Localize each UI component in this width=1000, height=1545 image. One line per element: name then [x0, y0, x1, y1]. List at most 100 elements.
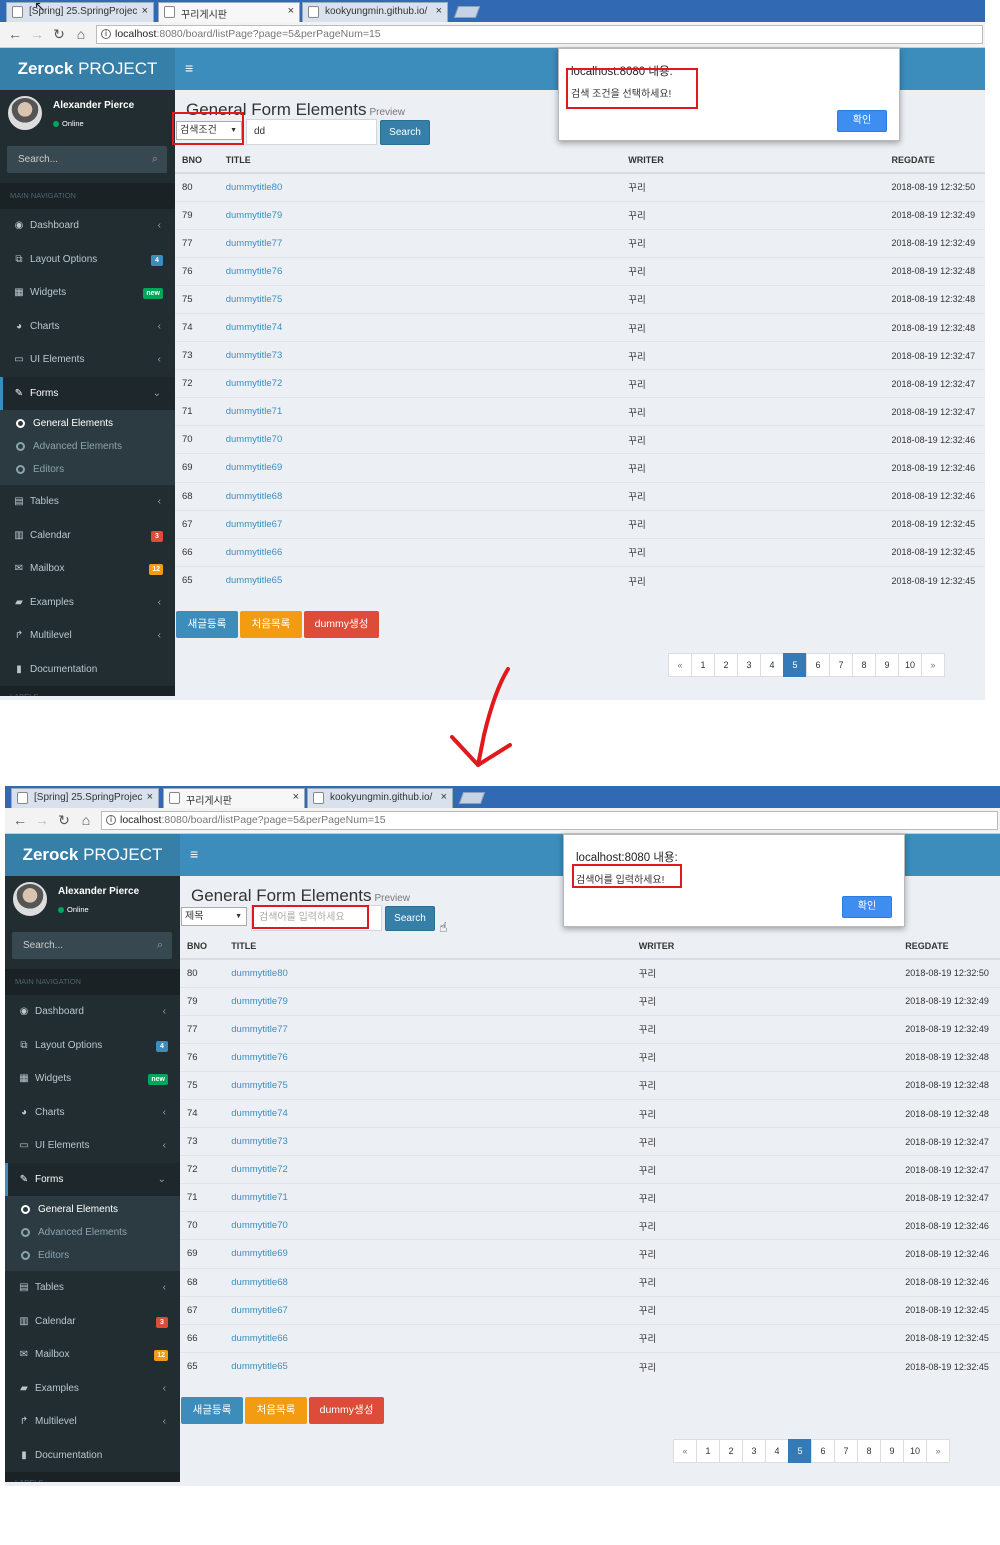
page-button[interactable]: 6: [811, 1439, 835, 1463]
submenu-item[interactable]: General Elements: [0, 412, 175, 435]
home-icon[interactable]: ⌂: [72, 25, 90, 43]
back-arrow-icon[interactable]: ←: [6, 25, 24, 43]
sidebar-search-input[interactable]: Search... ⌕: [7, 146, 167, 173]
title-link[interactable]: dummytitle69: [224, 1239, 632, 1269]
search-button[interactable]: Search: [385, 906, 435, 931]
title-link[interactable]: dummytitle65: [218, 565, 622, 595]
title-link[interactable]: dummytitle70: [218, 425, 622, 454]
page-button[interactable]: 1: [696, 1439, 720, 1463]
confirm-button[interactable]: 확인: [837, 110, 887, 132]
sidebar-item-examples[interactable]: ▰ Examples ‹: [0, 586, 175, 620]
sidebar-item-mailbox[interactable]: ✉ Mailbox 12: [0, 552, 175, 586]
page-button[interactable]: 7: [829, 653, 853, 677]
keyword-input[interactable]: dd: [246, 119, 377, 145]
page-button[interactable]: 5: [783, 653, 807, 677]
reload-icon[interactable]: ↻: [55, 811, 73, 829]
prev-page-button[interactable]: «: [668, 653, 692, 677]
browser-tab[interactable]: 꾸리게시판 ×: [163, 788, 305, 808]
sidebar-search-input[interactable]: Search... ⌕: [12, 932, 172, 959]
browser-tab[interactable]: [Spring] 25.SpringProjec ×: [11, 788, 159, 808]
title-link[interactable]: dummytitle67: [218, 509, 622, 539]
submenu-item[interactable]: Advanced Elements: [0, 435, 175, 458]
title-link[interactable]: dummytitle76: [224, 1042, 632, 1072]
title-link[interactable]: dummytitle79: [224, 986, 632, 1016]
submenu-item[interactable]: Editors: [0, 458, 175, 481]
search-icon[interactable]: ⌕: [157, 932, 163, 959]
new-tab-button[interactable]: [453, 6, 481, 18]
action-button[interactable]: dummy생성: [309, 1397, 384, 1424]
close-icon[interactable]: ×: [293, 791, 299, 803]
title-link[interactable]: dummytitle75: [224, 1070, 632, 1100]
app-logo[interactable]: Zerock PROJECT: [0, 48, 175, 90]
close-icon[interactable]: ×: [147, 791, 153, 803]
page-button[interactable]: 10: [898, 653, 923, 677]
page-button[interactable]: 4: [760, 653, 784, 677]
title-link[interactable]: dummytitle71: [218, 397, 622, 426]
address-bar[interactable]: i localhost:8080/board/listPage?page=5&pe…: [101, 811, 998, 830]
action-button[interactable]: 처음목록: [240, 611, 302, 638]
action-button[interactable]: dummy생성: [304, 611, 379, 638]
next-page-button[interactable]: »: [926, 1439, 951, 1463]
action-button[interactable]: 처음목록: [245, 1397, 307, 1424]
submenu-item[interactable]: General Elements: [5, 1198, 180, 1221]
page-button[interactable]: 2: [714, 653, 738, 677]
new-tab-button[interactable]: [458, 792, 486, 804]
close-icon[interactable]: ×: [288, 5, 294, 17]
title-link[interactable]: dummytitle76: [218, 256, 622, 286]
page-button[interactable]: 1: [691, 653, 715, 677]
menu-toggle-icon[interactable]: ≡: [185, 60, 193, 76]
title-link[interactable]: dummytitle75: [218, 284, 622, 314]
home-icon[interactable]: ⌂: [77, 811, 95, 829]
browser-tab[interactable]: kookyungmin.github.io/ ×: [302, 2, 448, 22]
page-button[interactable]: 2: [719, 1439, 743, 1463]
title-link[interactable]: dummytitle71: [224, 1183, 632, 1212]
app-logo[interactable]: Zerock PROJECT: [5, 834, 180, 876]
sidebar-item-documentation[interactable]: ▮ Documentation: [0, 653, 175, 687]
page-button[interactable]: 6: [806, 653, 830, 677]
page-button[interactable]: 9: [880, 1439, 904, 1463]
page-button[interactable]: 3: [742, 1439, 766, 1463]
close-icon[interactable]: ×: [441, 791, 447, 803]
sidebar-item-tables[interactable]: ▤ Tables ‹: [5, 1271, 180, 1305]
title-link[interactable]: dummytitle80: [224, 958, 632, 988]
submenu-item[interactable]: Editors: [5, 1244, 180, 1267]
search-button[interactable]: Search: [380, 120, 430, 145]
title-link[interactable]: dummytitle74: [224, 1098, 632, 1128]
page-button[interactable]: 8: [852, 653, 876, 677]
title-link[interactable]: dummytitle77: [224, 1014, 632, 1044]
title-link[interactable]: dummytitle73: [218, 341, 622, 370]
title-link[interactable]: dummytitle72: [218, 369, 622, 398]
title-link[interactable]: dummytitle68: [218, 481, 622, 511]
page-button[interactable]: 10: [903, 1439, 928, 1463]
sidebar-item-multilevel[interactable]: ↱ Multilevel ‹: [5, 1405, 180, 1439]
close-icon[interactable]: ×: [436, 5, 442, 17]
next-page-button[interactable]: »: [921, 653, 946, 677]
title-link[interactable]: dummytitle79: [218, 200, 622, 230]
confirm-button[interactable]: 확인: [842, 896, 892, 918]
page-button[interactable]: 8: [857, 1439, 881, 1463]
sidebar-item-calendar[interactable]: ▥ Calendar 3: [5, 1305, 180, 1339]
title-link[interactable]: dummytitle65: [224, 1351, 632, 1381]
search-type-select[interactable]: 제목 ▼: [181, 907, 247, 926]
title-link[interactable]: dummytitle72: [224, 1155, 632, 1184]
browser-tab[interactable]: [Spring] 25.SpringProjec ×: [6, 2, 154, 22]
menu-toggle-icon[interactable]: ≡: [190, 846, 198, 862]
back-arrow-icon[interactable]: ←: [11, 811, 29, 829]
close-icon[interactable]: ×: [142, 5, 148, 17]
page-button[interactable]: 3: [737, 653, 761, 677]
sidebar-item-documentation[interactable]: ▮ Documentation: [5, 1439, 180, 1473]
sidebar-item-layout-options[interactable]: ⧉ Layout Options 4: [0, 243, 175, 277]
prev-page-button[interactable]: «: [673, 1439, 697, 1463]
sidebar-item-calendar[interactable]: ▥ Calendar 3: [0, 519, 175, 553]
forward-arrow-icon[interactable]: →: [28, 25, 46, 43]
title-link[interactable]: dummytitle68: [224, 1267, 632, 1297]
action-button[interactable]: 새글등록: [176, 611, 238, 638]
title-link[interactable]: dummytitle67: [224, 1295, 632, 1325]
action-button[interactable]: 새글등록: [181, 1397, 243, 1424]
page-button[interactable]: 5: [788, 1439, 812, 1463]
address-bar[interactable]: i localhost:8080/board/listPage?page=5&pe…: [96, 25, 983, 44]
sidebar-item-forms[interactable]: ✎ Forms ⌄: [5, 1162, 180, 1196]
title-link[interactable]: dummytitle69: [218, 453, 622, 483]
sidebar-item-forms[interactable]: ✎ Forms ⌄: [0, 376, 175, 410]
page-button[interactable]: 7: [834, 1439, 858, 1463]
